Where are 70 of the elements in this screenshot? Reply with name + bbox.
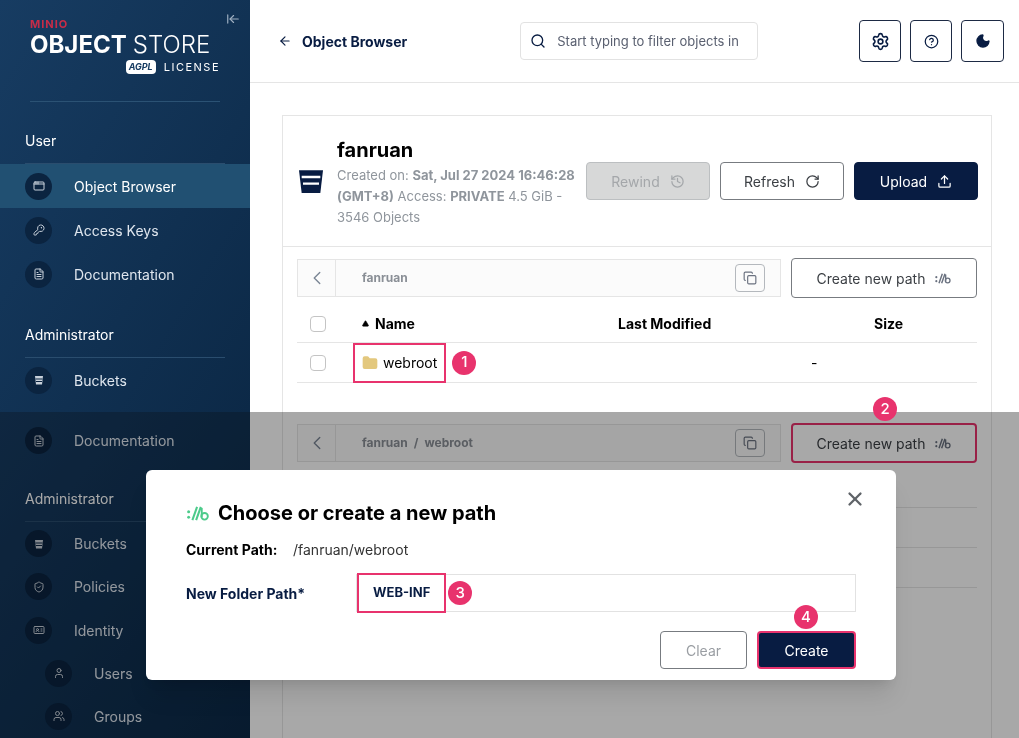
back-link[interactable]: Object Browser xyxy=(278,30,408,52)
upload-icon xyxy=(937,173,953,189)
settings-button[interactable] xyxy=(859,20,901,62)
bucket-name: fanruan xyxy=(337,136,415,164)
toolbar-button[interactable]: Refresh xyxy=(720,162,844,200)
copy-path-button[interactable] xyxy=(735,429,765,457)
sidebar-item[interactable]: Groups xyxy=(0,694,250,738)
folder-name-cell[interactable]: webroot xyxy=(353,342,447,383)
folder-icon xyxy=(362,354,378,371)
column-header[interactable]: Name xyxy=(362,313,618,334)
path-icon xyxy=(935,272,952,284)
breadcrumb-separator: / xyxy=(413,434,419,452)
person-icon xyxy=(45,659,72,687)
section-heading: Administrator xyxy=(25,324,225,358)
sidebar-item[interactable]: Access Keys xyxy=(0,208,250,252)
sidebar-item[interactable]: Buckets xyxy=(0,358,250,402)
new-folder-field[interactable]: WEB-INF 3 xyxy=(356,574,856,612)
collapse-icon xyxy=(226,12,240,26)
people-icon xyxy=(45,702,72,730)
license-badge: AGPL xyxy=(125,60,156,74)
sidebar-item[interactable]: Object Browser xyxy=(0,164,250,208)
logo-license: LICENSE xyxy=(163,58,220,75)
select-all-checkbox[interactable] xyxy=(310,315,326,332)
key-icon xyxy=(25,216,52,244)
step-marker: 4 xyxy=(794,605,818,629)
sidebar-item[interactable]: Identity xyxy=(0,608,250,652)
sort-ascending-icon xyxy=(362,320,369,327)
id-card-icon xyxy=(25,616,52,644)
path-icon xyxy=(935,437,952,449)
history-icon xyxy=(669,173,685,189)
collapse-sidebar-button[interactable] xyxy=(226,12,240,26)
copy-icon xyxy=(743,271,757,285)
create-button[interactable]: Create xyxy=(757,631,856,669)
bucket-details: Created on: Sat, Jul 27 2024 16:46:28 (GMT+8) Access: PRIVATE 4.5 GiB - 3546 Objects xyxy=(337,165,576,227)
new-folder-label: New Folder Path* xyxy=(186,583,307,604)
size-cell-text: - xyxy=(811,353,818,373)
document-icon xyxy=(25,427,52,455)
row-checkbox[interactable] xyxy=(310,354,326,371)
create-path-button[interactable]: Create new path xyxy=(791,258,977,298)
dark-mode-button[interactable] xyxy=(961,20,1004,62)
column-header[interactable]: Last Modified xyxy=(618,313,874,334)
logo-title-bold: OBJECT xyxy=(30,32,127,57)
help-button[interactable] xyxy=(910,20,952,62)
folder-path-value: WEB-INF xyxy=(357,573,447,613)
search-icon xyxy=(530,33,547,49)
column-header[interactable]: Size xyxy=(874,313,904,334)
step-marker: 3 xyxy=(448,581,473,605)
copy-path-button[interactable] xyxy=(735,264,765,292)
current-path-label: Current Path: xyxy=(186,540,279,560)
sidebar-item[interactable]: Documentation xyxy=(0,419,250,463)
upload-button[interactable]: Upload xyxy=(854,162,978,200)
sidebar-item[interactable]: Documentation xyxy=(0,252,250,296)
shield-icon xyxy=(25,573,52,601)
logo-title-light: STORE xyxy=(132,32,211,57)
create-path-button[interactable]: Create new path xyxy=(791,423,977,463)
path-icon xyxy=(186,505,210,521)
copy-icon xyxy=(743,436,757,450)
bucket-icon xyxy=(25,530,52,558)
logo-brand: MINIO xyxy=(30,16,70,33)
moon-icon xyxy=(974,33,991,49)
bucket-icon xyxy=(25,366,52,394)
sidebar-item[interactable]: Users xyxy=(0,651,250,695)
step-marker: 1 xyxy=(452,350,477,375)
help-icon xyxy=(923,33,939,49)
current-path-value: /fanruan/webroot xyxy=(293,540,409,560)
settings-icon xyxy=(870,31,890,51)
search-field[interactable]: Start typing to filter objects in xyxy=(520,22,759,60)
refresh-icon xyxy=(805,173,820,189)
browser-icon xyxy=(25,172,52,200)
document-icon xyxy=(25,260,52,288)
